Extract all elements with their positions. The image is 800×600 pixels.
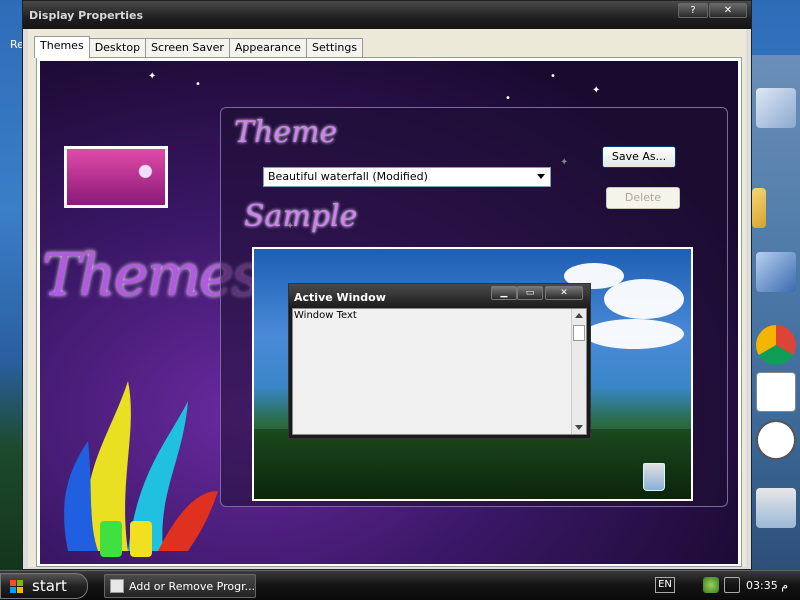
start-button[interactable]: start [0,573,88,599]
sample-active-window: Active Window ▁ ▭ ✕ Window Text [288,283,591,439]
taskbar: start Add or Remove Progr... EN 03:35 م [0,570,800,600]
theme-preview-picture [64,146,168,208]
windows-logo-icon [10,580,24,594]
sample-preview: Active Window ▁ ▭ ✕ Window Text [252,247,693,501]
taskbar-clock[interactable]: 03:35 م [746,579,788,592]
cloud-shape [604,279,684,319]
sample-window-body: Window Text [292,308,587,435]
network-icon[interactable] [703,577,719,593]
sparkle-icon: ✦ [592,85,601,96]
sparkle-icon: ✦ [148,71,157,82]
window-title: Display Properties [29,9,144,22]
my-computer-icon[interactable] [756,88,796,128]
calendar-icon[interactable] [756,372,796,412]
save-as-button[interactable]: Save As... [602,146,676,168]
start-label: start [32,577,67,595]
close-button[interactable]: ✕ [709,3,747,18]
tab-themes[interactable]: Themes [34,36,90,58]
scroll-down-icon [575,425,583,430]
sample-window-text: Window Text [294,310,357,321]
control-panel-icon[interactable] [756,252,796,292]
sample-window-titlebar: Active Window ▁ ▭ ✕ [289,284,590,308]
volume-icon[interactable] [724,577,740,593]
sample-recycle-bin-icon [643,463,665,491]
tab-strip: Themes Desktop Screen Saver Appearance S… [34,36,364,58]
tab-appearance[interactable]: Appearance [228,38,307,58]
themes-background: ✦ • • ✦ • ✦ ✦ Themes Theme [40,61,738,564]
theme-label: Theme [234,115,338,150]
cloud-shape [584,319,684,349]
clock-gadget-icon[interactable] [756,420,796,460]
sample-scrollbar [571,309,586,434]
scroll-up-icon [575,313,583,318]
chevron-down-icon[interactable] [537,174,545,179]
window-client-area: Themes Desktop Screen Saver Appearance S… [28,29,746,567]
themes-panel: ✦ • • ✦ • ✦ ✦ Themes Theme [36,57,742,567]
sample-label: Sample [244,199,358,234]
sample-close-icon: ✕ [545,286,583,300]
delete-button[interactable]: Delete [606,187,680,209]
scroll-thumb [573,325,585,341]
taskbar-item-label: Add or Remove Progr... [129,580,256,593]
recycle-bin-icon[interactable] [756,488,796,528]
display-properties-window: Display Properties ? ✕ Themes Desktop Sc… [22,0,752,570]
paint-splash-graphic [64,381,218,557]
forest-shape [254,429,691,499]
sample-minimize-icon: ▁ [491,286,517,300]
tab-settings[interactable]: Settings [305,38,364,58]
theme-select[interactable]: Beautiful waterfall (Modified) [263,167,551,187]
tab-desktop[interactable]: Desktop [88,38,147,58]
add-remove-programs-icon [110,579,124,593]
sparkle-icon: • [195,79,201,90]
folder-icon[interactable] [752,188,766,228]
taskbar-item-add-remove-programs[interactable]: Add or Remove Progr... [104,574,256,598]
window-titlebar[interactable]: Display Properties ? ✕ [23,1,751,29]
language-indicator[interactable]: EN [655,577,675,593]
sample-maximize-icon: ▭ [517,286,543,300]
chrome-icon[interactable] [756,325,796,365]
tab-screen-saver[interactable]: Screen Saver [145,38,230,58]
sample-window-title: Active Window [294,291,386,304]
theme-select-value: Beautiful waterfall (Modified) [268,170,428,183]
help-button[interactable]: ? [678,3,708,18]
sparkle-icon: • [505,93,511,104]
sparkle-icon: • [550,71,556,82]
